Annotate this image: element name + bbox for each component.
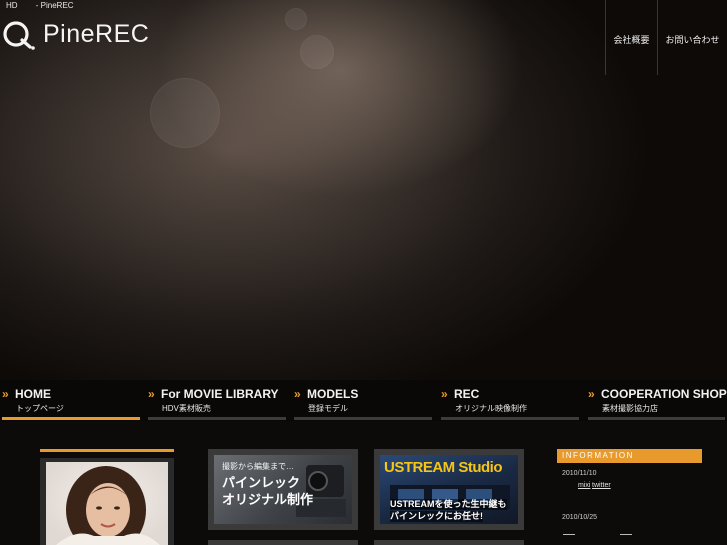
banner-caption-line: パインレックにお任せ!	[390, 511, 483, 522]
main-navigation: » HOME トップページ » For MOVIE LIBRARY HDV素材販…	[0, 385, 727, 421]
twitter-link[interactable]: twitter	[592, 482, 611, 489]
nav-underline	[441, 417, 579, 420]
info-date: 2010/10/25	[562, 514, 598, 521]
decorative-bubble	[300, 35, 334, 69]
nav-item-label: HOME	[15, 387, 51, 401]
mixi-link[interactable]: mixi	[578, 482, 590, 489]
nav-item-label: REC	[454, 387, 480, 401]
nav-item-label: MODELS	[307, 387, 359, 401]
nav-item-movie-library[interactable]: » For MOVIE LIBRARY HDV素材販売	[148, 385, 286, 420]
nav-underline	[2, 417, 140, 420]
info-date: 2010/11/10	[562, 470, 597, 477]
nav-item-sublabel: 登録モデル	[308, 404, 348, 413]
nav-underline	[588, 417, 725, 420]
contact-link[interactable]: お問い合わせ	[657, 0, 727, 75]
pinerec-logo-icon	[3, 21, 35, 50]
double-chevron-icon: »	[2, 387, 8, 401]
banner-title-line: パインレック	[222, 475, 301, 490]
model-portrait-icon	[56, 466, 160, 545]
banner-image: USTREAM Studio USTREAMを使った生中継も パインレックにお任…	[380, 455, 518, 524]
info-divider	[620, 534, 632, 535]
nav-underline	[148, 417, 286, 420]
profile-accent-bar	[40, 449, 174, 452]
nav-item-home[interactable]: » HOME トップページ	[2, 385, 140, 420]
company-profile-link[interactable]: 会社概要	[605, 0, 657, 75]
decorative-bubble	[150, 78, 220, 148]
nav-underline	[294, 417, 432, 420]
double-chevron-icon: »	[441, 387, 447, 401]
banner-title: USTREAM Studio	[384, 459, 503, 476]
info-divider	[563, 534, 575, 535]
model-photo	[46, 462, 168, 545]
original-production-banner[interactable]: 撮影から編集まで… パインレック オリジナル制作	[208, 449, 358, 530]
double-chevron-icon: »	[148, 387, 154, 401]
banner-title-line: オリジナル制作	[222, 492, 314, 507]
information-header: INFORMATION	[557, 449, 702, 463]
site-logo[interactable]: PineREC	[2, 16, 172, 52]
nav-item-sublabel: HDV素材販売	[162, 404, 211, 413]
ustream-studio-banner[interactable]: USTREAM Studio USTREAMを使った生中継も パインレックにお任…	[374, 449, 524, 530]
double-chevron-icon: »	[294, 387, 300, 401]
banner-slot[interactable]	[208, 540, 358, 545]
nav-item-sublabel: オリジナル映像制作	[455, 404, 527, 413]
nav-item-cooperation-shop[interactable]: » COOPERATION SHOP 素材撮影協力店	[588, 385, 727, 420]
nav-item-rec[interactable]: » REC オリジナル映像制作	[441, 385, 579, 420]
nav-item-label: For MOVIE LIBRARY	[161, 387, 279, 401]
logo-text: PineREC	[43, 20, 150, 48]
nav-item-label: COOPERATION SHOP	[601, 387, 727, 401]
banner-caption-line: USTREAMを使った生中継も	[390, 499, 507, 510]
nav-item-sublabel: トップページ	[16, 404, 64, 413]
nav-item-models[interactable]: » MODELS 登録モデル	[294, 385, 432, 420]
nav-item-sublabel: 素材撮影協力店	[602, 404, 658, 413]
banner-caption: 撮影から編集まで…	[222, 462, 294, 471]
decorative-bubble	[285, 8, 307, 30]
model-profile-card[interactable]	[40, 458, 174, 545]
double-chevron-icon: »	[588, 387, 594, 401]
banner-slot[interactable]	[374, 540, 524, 545]
site-tagline: HD - PineREC	[6, 1, 74, 10]
banner-image: 撮影から編集まで… パインレック オリジナル制作	[214, 455, 352, 524]
